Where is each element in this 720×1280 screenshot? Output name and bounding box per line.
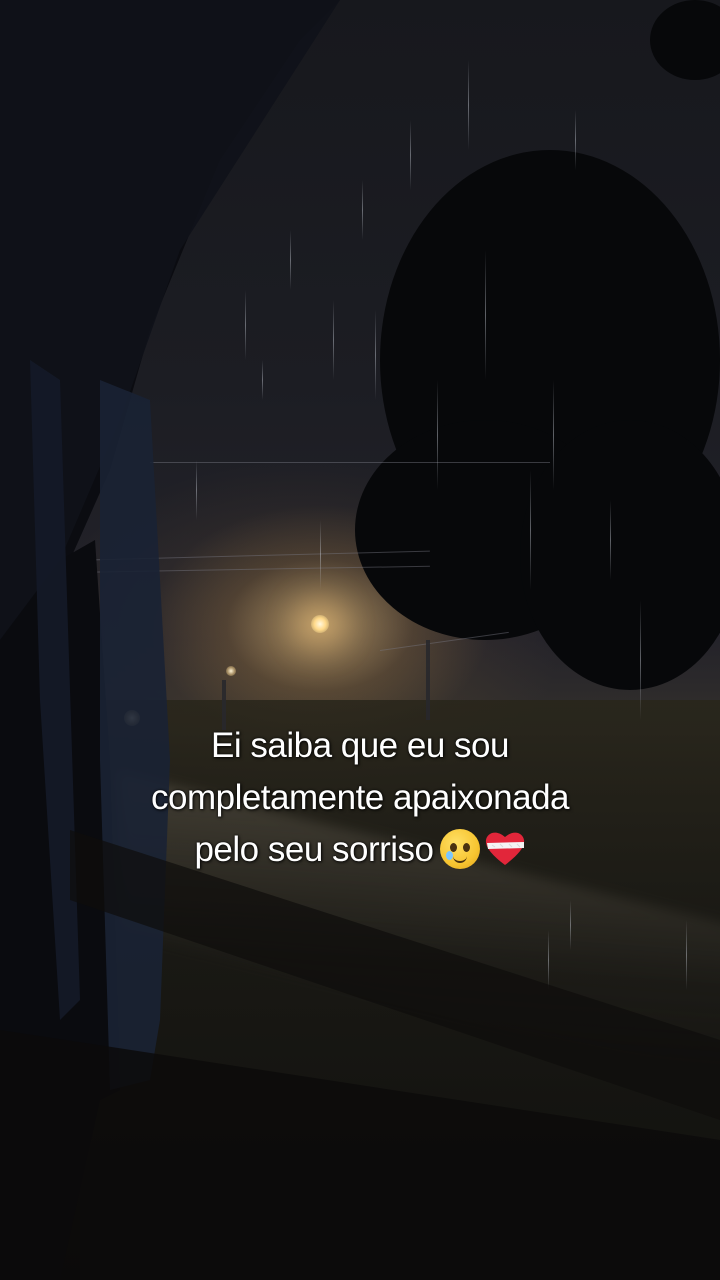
- window-frame: [0, 0, 720, 1280]
- mending-heart-icon: [484, 829, 526, 867]
- caption-line-2: completamente apaixonada: [150, 778, 570, 817]
- caption-line-1: Ei saiba que eu sou: [211, 726, 509, 765]
- caption-line-3-text: pelo seu sorriso: [194, 830, 434, 869]
- caption-text: Ei saiba que eu sou completamente apaixo…: [0, 720, 720, 876]
- rainy-night-scene: Ei saiba que eu sou completamente apaixo…: [0, 0, 720, 1280]
- smiling-face-with-tear-icon: [439, 829, 480, 869]
- caption-line-3: pelo seu sorriso: [0, 824, 720, 876]
